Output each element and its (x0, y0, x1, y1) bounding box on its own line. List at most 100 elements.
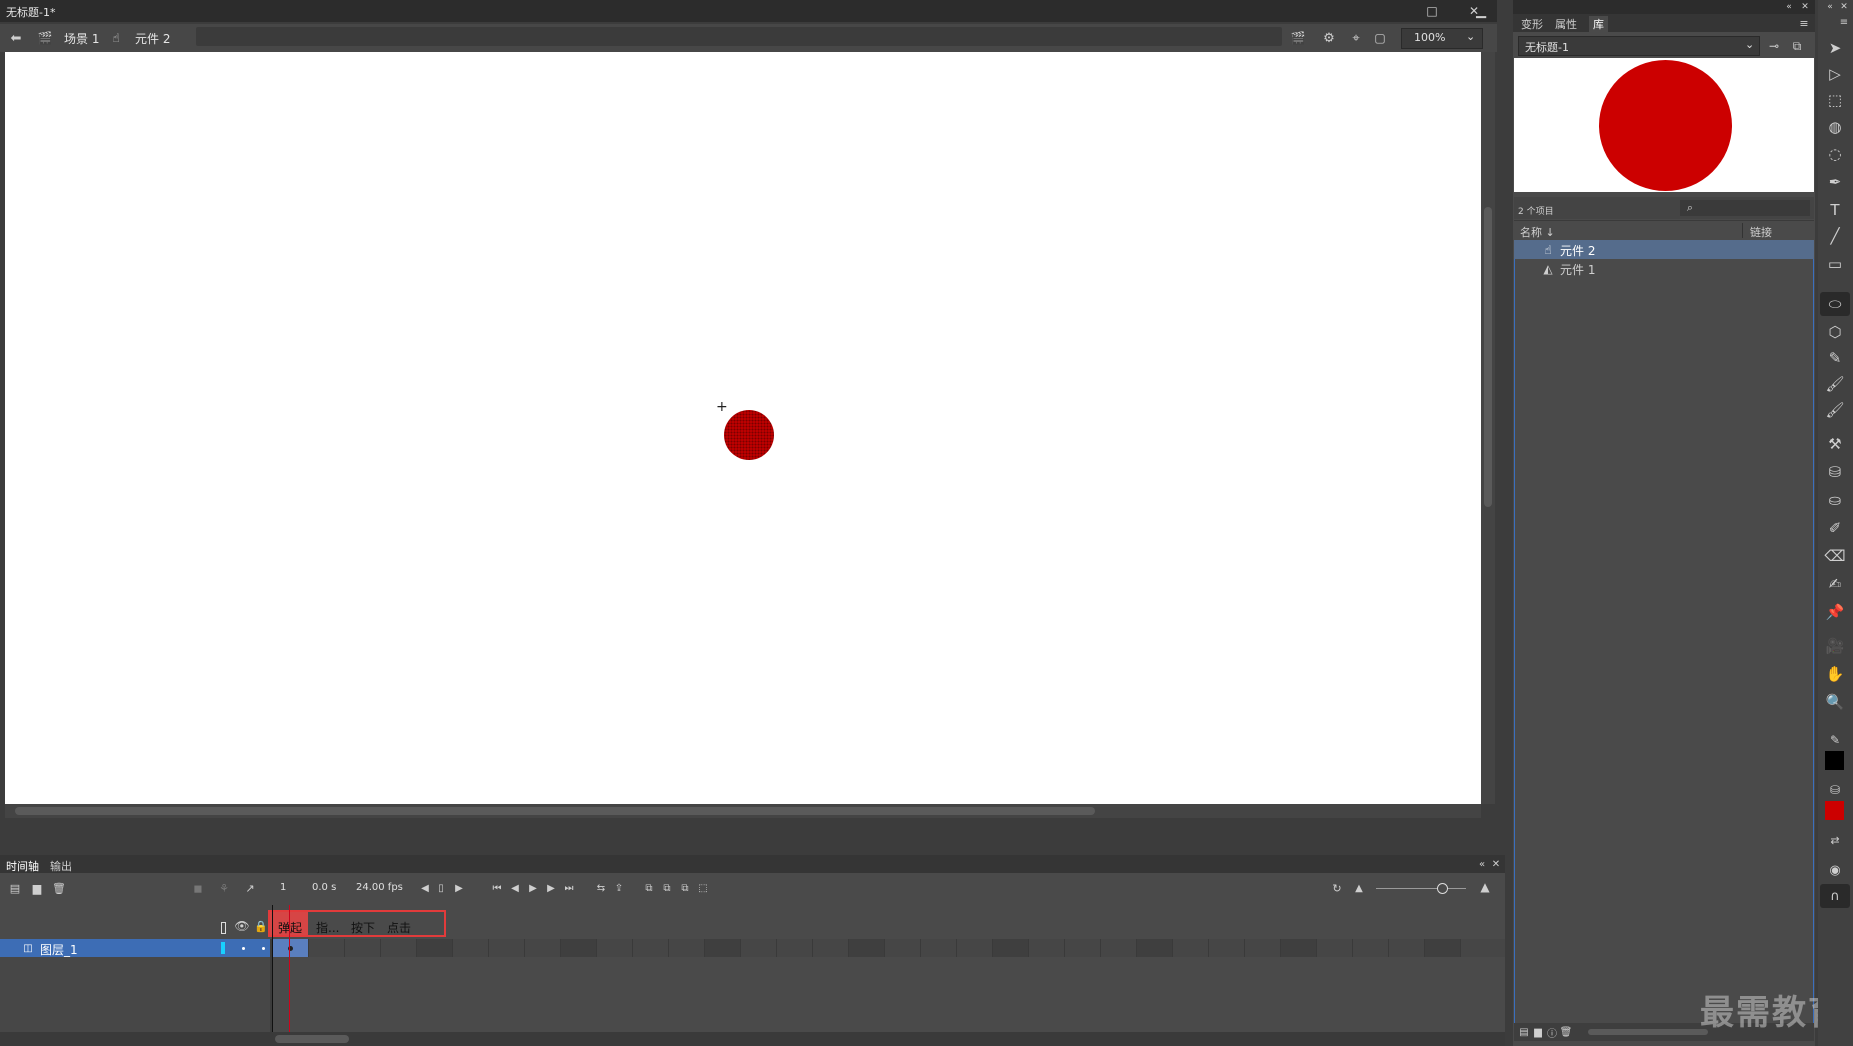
tab-properties[interactable]: 属性 (1555, 16, 1577, 32)
edit-scene-icon[interactable]: 🎬 (1287, 29, 1309, 47)
folder-icon[interactable]: ▆ (30, 881, 44, 895)
scroll-thumb[interactable] (15, 807, 1095, 815)
graph-icon[interactable]: ↗ (242, 881, 258, 895)
snap-magnet-icon[interactable]: ∩ (1820, 884, 1850, 908)
subselection-tool-icon[interactable]: ▷ (1820, 62, 1850, 86)
column-linkage[interactable]: 链接 (1750, 224, 1772, 240)
frame-rate[interactable]: 24.00 fps (356, 882, 403, 893)
bone-tool-icon[interactable]: ⚒ (1820, 432, 1850, 456)
pencil-tool-icon[interactable]: ✎ (1820, 346, 1850, 370)
library-item[interactable]: ☝ 元件 2 (1514, 240, 1814, 259)
frame-state-over[interactable]: 指... (316, 919, 339, 936)
tab-output[interactable]: 输出 (50, 858, 72, 874)
frame-state-down[interactable]: 按下 (351, 919, 375, 936)
panel-menu-icon[interactable]: ≡ (1838, 16, 1850, 28)
tab-timeline[interactable]: 时间轴 (6, 858, 39, 874)
next-marker-icon[interactable]: ▶ (452, 881, 466, 895)
last-frame-icon[interactable]: ⏭ (562, 881, 576, 895)
paint-bucket-tool-icon[interactable]: ⛁ (1820, 460, 1850, 484)
pin-icon[interactable]: ⊸ (1764, 38, 1784, 54)
elapsed-time[interactable]: 0.0 s (312, 882, 336, 893)
column-name[interactable]: 名称 ↓ (1520, 224, 1555, 240)
frame-size-slider-knob[interactable] (1437, 883, 1448, 894)
edit-multiple-icon[interactable]: ⧉ (678, 881, 692, 895)
rectangle-tool-icon[interactable]: ▭ (1820, 252, 1850, 276)
scroll-thumb[interactable] (1484, 207, 1492, 507)
current-frame[interactable]: 1 (280, 882, 286, 893)
zoom-out-frames-icon[interactable]: ▲ (1352, 881, 1366, 895)
step-forward-icon[interactable]: ▶ (544, 881, 558, 895)
layer-row[interactable]: ◫ 图层_1 (0, 939, 270, 957)
close-button[interactable]: ✕ (1462, 2, 1486, 20)
swap-colors-icon[interactable]: ⇄ (1820, 828, 1850, 852)
play-icon[interactable]: ▶ (526, 881, 540, 895)
horizontal-scrollbar[interactable] (5, 804, 1481, 818)
marker-icon[interactable]: ▯ (434, 881, 448, 895)
tab-library[interactable]: 库 (1589, 16, 1608, 32)
maximize-button[interactable]: □ (1420, 2, 1444, 20)
new-folder-icon[interactable]: ▆ (1532, 1025, 1544, 1039)
eye-icon[interactable]: 👁 (234, 919, 250, 933)
selected-circle-shape[interactable] (724, 410, 774, 460)
oval-tool-icon[interactable]: ⬭ (1820, 292, 1850, 316)
brush-tool-icon[interactable]: 🖌 (1820, 398, 1850, 422)
lasso-tool-icon[interactable]: ◌ (1820, 142, 1850, 166)
collapse-icon[interactable]: « (1824, 2, 1836, 12)
width-tool-icon[interactable]: ✍ (1820, 572, 1850, 596)
3d-rotation-tool-icon[interactable]: ◍ (1820, 115, 1850, 139)
refresh-icon[interactable]: ↻ (1330, 881, 1344, 895)
scroll-thumb[interactable] (275, 1035, 349, 1043)
modify-markers-icon[interactable]: ⬚ (696, 881, 710, 895)
collapse-icon[interactable]: « (1783, 1, 1795, 13)
edit-symbol-icon[interactable]: ⚙ (1318, 29, 1340, 47)
free-transform-tool-icon[interactable]: ⬚ (1820, 88, 1850, 112)
pin-tool-icon[interactable]: 📌 (1820, 600, 1850, 624)
line-tool-icon[interactable]: ╱ (1820, 224, 1850, 248)
library-document-select[interactable]: 无标题-1 ⌄ (1518, 36, 1760, 56)
breadcrumb-symbol[interactable]: 元件 2 (135, 30, 170, 47)
zoom-select[interactable]: 100% ⌄ (1401, 28, 1483, 49)
eraser-tool-icon[interactable]: ⌫ (1820, 544, 1850, 568)
new-layer-icon[interactable]: ▤ (8, 881, 22, 895)
first-frame-icon[interactable]: ⏮ (490, 881, 504, 895)
stroke-color-swatch[interactable] (1825, 751, 1844, 770)
clip-stage-icon[interactable]: ▢ (1370, 29, 1390, 47)
center-stage-icon[interactable]: ⌖ (1346, 29, 1366, 47)
onion-skin-icon[interactable]: ⧉ (642, 881, 656, 895)
trash-icon[interactable]: 🗑 (52, 881, 66, 895)
frame-state-hit[interactable]: 点击 (387, 919, 411, 936)
library-search-input[interactable]: ⌕ (1680, 200, 1810, 216)
lock-icon[interactable]: 🔒 (254, 919, 268, 933)
library-hscroll-thumb[interactable] (1588, 1029, 1708, 1035)
layer-color-swatch[interactable] (221, 942, 225, 954)
camera-icon[interactable]: ◼ (190, 881, 206, 895)
new-symbol-icon[interactable]: ▤ (1518, 1025, 1530, 1039)
trash-icon[interactable]: 🗑 (1560, 1025, 1573, 1039)
object-drawing-icon[interactable]: ◉ (1820, 858, 1850, 882)
camera-tool-icon[interactable]: 🎥 (1820, 634, 1850, 658)
new-library-panel-icon[interactable]: ⧉ (1788, 38, 1806, 54)
collapse-icon[interactable]: « (1476, 858, 1488, 870)
close-icon[interactable]: ✕ (1838, 2, 1850, 12)
hand-tool-icon[interactable]: ✋ (1820, 662, 1850, 686)
center-frame-icon[interactable]: ⇪ (612, 881, 626, 895)
eyedropper-tool-icon[interactable]: ✐ (1820, 516, 1850, 540)
step-back-icon[interactable]: ◀ (508, 881, 522, 895)
selection-tool-icon[interactable]: ➤ (1820, 36, 1850, 60)
loop-icon[interactable]: ⇆ (594, 881, 608, 895)
outline-toggle-icon[interactable] (221, 922, 226, 934)
frame-state-up[interactable]: 弹起 (278, 919, 302, 936)
polystar-tool-icon[interactable]: ⬡ (1820, 320, 1850, 344)
frames-row[interactable] (272, 939, 1505, 957)
tab-transform[interactable]: 变形 (1521, 16, 1543, 32)
zoom-tool-icon[interactable]: 🔍 (1820, 690, 1850, 714)
onion-outline-icon[interactable]: ⧉ (660, 881, 674, 895)
fill-color-swatch[interactable] (1825, 801, 1844, 820)
back-arrow-icon[interactable]: ⬅ (8, 30, 24, 46)
layer-name[interactable]: 图层_1 (40, 941, 78, 958)
ink-bottle-tool-icon[interactable]: ⛀ (1820, 488, 1850, 512)
paint-brush-tool-icon[interactable]: 🖌 (1820, 372, 1850, 396)
timeline-scrollbar[interactable] (0, 1032, 1505, 1046)
close-icon[interactable]: ✕ (1490, 858, 1502, 870)
library-item[interactable]: ◭ 元件 1 (1514, 259, 1814, 278)
